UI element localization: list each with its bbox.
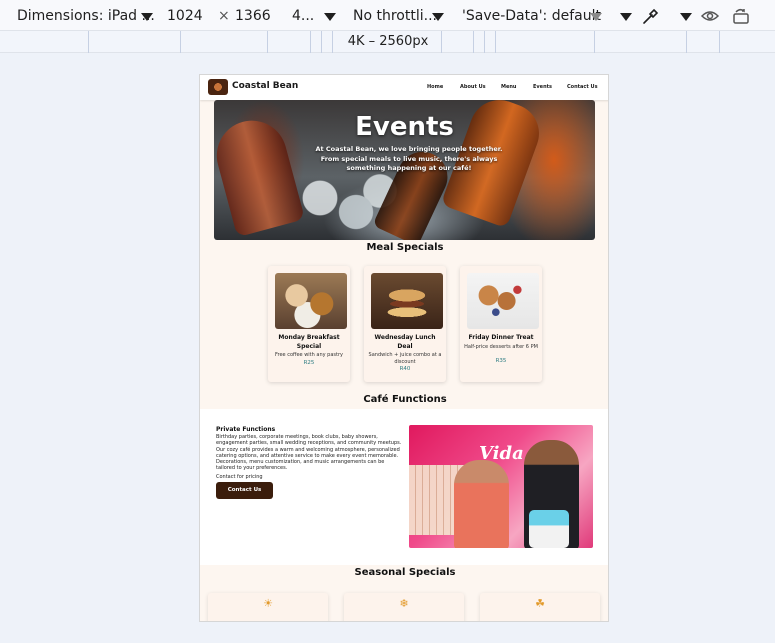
card-price: R40	[399, 366, 411, 372]
card-price: R35	[495, 358, 507, 364]
meal-card[interactable]: Friday Dinner Treat Half-price desserts …	[460, 266, 542, 382]
zoom-chevron-icon[interactable]	[324, 13, 336, 21]
mq-tick[interactable]	[441, 31, 442, 53]
card-title: Monday Breakfast Special	[278, 334, 340, 350]
party-image-sign: Vida	[479, 443, 524, 464]
functions-description: Birthday parties, corporate meetings, bo…	[216, 434, 402, 472]
media-query-label[interactable]: 4K – 2560px	[338, 34, 438, 49]
party-image-person	[454, 460, 509, 548]
card-price: R25	[303, 360, 315, 366]
nav-contact-us[interactable]: Contact Us	[567, 84, 598, 90]
seasonal-card[interactable]: ☀	[208, 593, 328, 621]
leaves-icon: ☘	[535, 597, 545, 610]
sun-icon: ☀	[263, 597, 273, 610]
zoom-dropdown[interactable]: 4...	[292, 8, 314, 24]
breakfast-image	[275, 273, 347, 329]
mq-tick[interactable]	[321, 31, 322, 53]
mq-tick[interactable]	[180, 31, 181, 53]
seasonal-card[interactable]: ☘	[480, 593, 600, 621]
functions-section: Private Functions Birthday parties, corp…	[200, 409, 608, 565]
meal-card[interactable]: Monday Breakfast Special Free coffee wit…	[268, 266, 350, 382]
mq-tick[interactable]	[686, 31, 687, 53]
media-query-bar: 4K – 2560px	[0, 31, 775, 53]
mq-tick[interactable]	[594, 31, 595, 53]
card-title: Wednesday Lunch Deal	[374, 334, 436, 350]
nav-events[interactable]: Events	[533, 84, 552, 90]
snowflake-icon: ❄	[399, 597, 409, 610]
dessert-image	[467, 273, 539, 329]
nav-menu[interactable]: Menu	[501, 84, 517, 90]
throttle-dropdown[interactable]: No throttli...	[353, 8, 437, 24]
card-title: Friday Dinner Treat	[468, 334, 534, 341]
hero-banner: Events At Coastal Bean, we love bringing…	[214, 100, 595, 240]
site-navbar: Coastal Bean Home About Us Menu Events C…	[200, 75, 608, 100]
nav-home[interactable]: Home	[427, 84, 443, 90]
hero-subtitle: At Coastal Bean, we love bringing people…	[315, 145, 503, 172]
site-brand[interactable]: Coastal Bean	[232, 81, 298, 91]
rotate-icon[interactable]	[731, 6, 751, 26]
meal-specials-heading: Meal Specials	[366, 242, 444, 253]
dimensions-dropdown[interactable]: Dimensions: iPad ...	[17, 8, 155, 24]
emulated-page: Coastal Bean Home About Us Menu Events C…	[199, 74, 609, 622]
times-separator: ×	[218, 8, 230, 24]
functions-title: Private Functions	[216, 426, 276, 433]
eyedropper-chevron-icon[interactable]	[680, 13, 692, 21]
party-image-cake	[529, 510, 569, 548]
coffee-logo-icon[interactable]	[208, 79, 228, 95]
functions-pricing: Contact for pricing	[216, 474, 263, 480]
seasonal-specials-heading: Seasonal Specials	[354, 567, 456, 578]
party-image: Vida	[409, 425, 593, 548]
dimensions-chevron-icon[interactable]	[141, 13, 153, 21]
contact-us-button[interactable]: Contact Us	[216, 482, 273, 499]
card-description: Half-price desserts after 6 PM	[464, 344, 538, 350]
mq-tick[interactable]	[484, 31, 485, 53]
mq-tick[interactable]	[88, 31, 89, 53]
height-input[interactable]: 1366	[235, 8, 271, 24]
eyedropper-icon[interactable]	[641, 6, 661, 26]
save-data-chevron-icon[interactable]	[590, 13, 602, 21]
seasonal-card[interactable]: ❄	[344, 593, 464, 621]
mq-tick[interactable]	[473, 31, 474, 53]
mq-tick[interactable]	[267, 31, 268, 53]
meal-card[interactable]: Wednesday Lunch Deal Sandwich + juice co…	[364, 266, 446, 382]
devtools-device-toolbar: Dimensions: iPad ... 1024 × 1366 4... No…	[0, 0, 775, 31]
mq-tick[interactable]	[310, 31, 311, 53]
cafe-functions-heading: Café Functions	[363, 394, 447, 405]
mq-tick[interactable]	[332, 31, 333, 53]
card-description: Free coffee with any pastry	[275, 352, 343, 358]
hero-title: Events	[355, 112, 454, 142]
card-description: Sandwich + juice combo at a discount	[368, 352, 442, 365]
sandwich-image	[371, 273, 443, 329]
mq-tick[interactable]	[719, 31, 720, 53]
eye-icon[interactable]	[700, 6, 720, 26]
mq-tick[interactable]	[495, 31, 496, 53]
throttle-chevron-icon[interactable]	[432, 13, 444, 21]
nav-about-us[interactable]: About Us	[460, 84, 486, 90]
more-chevron-icon[interactable]	[620, 13, 632, 21]
save-data-dropdown[interactable]: 'Save-Data': default	[462, 8, 601, 24]
width-input[interactable]: 1024	[167, 8, 203, 24]
